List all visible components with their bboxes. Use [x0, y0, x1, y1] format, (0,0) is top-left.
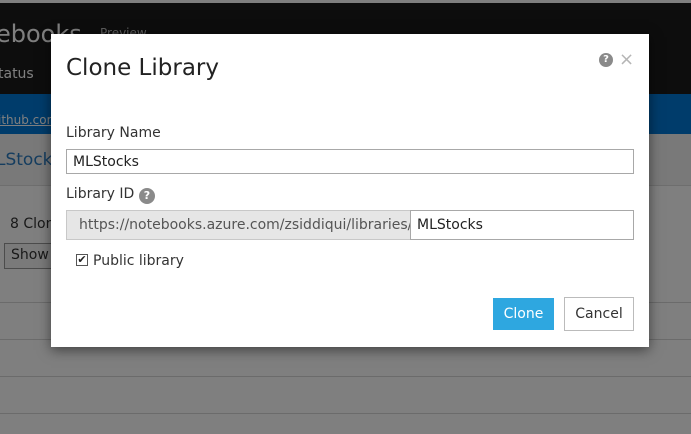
library-id-label: Library ID [66, 186, 135, 202]
public-library-label[interactable]: Public library [93, 253, 184, 269]
library-name-input[interactable] [66, 149, 634, 174]
help-icon[interactable]: ? [599, 53, 613, 67]
clone-button[interactable]: Clone [493, 298, 554, 330]
close-icon[interactable]: × [619, 49, 634, 70]
library-name-label: Library Name [66, 125, 161, 141]
library-url-prefix: https://notebooks.azure.com/zsiddiqui/li… [66, 210, 411, 240]
library-id-help-icon[interactable]: ? [139, 188, 155, 204]
clone-library-dialog: Clone Library ? × Library Name Library I… [51, 34, 649, 347]
cancel-button[interactable]: Cancel [564, 297, 634, 331]
public-library-checkbox[interactable]: ✔ [76, 254, 88, 266]
library-id-input[interactable] [410, 210, 634, 240]
dialog-title: Clone Library [66, 55, 219, 81]
